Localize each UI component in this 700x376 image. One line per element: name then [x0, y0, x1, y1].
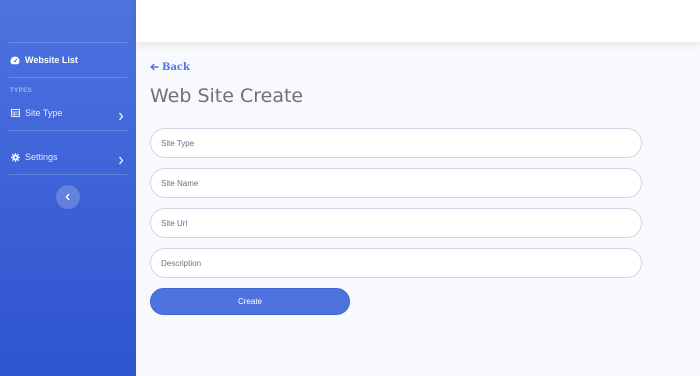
sidebar-heading: TYPES [10, 88, 33, 94]
chevron-right-icon [118, 152, 124, 170]
site-name-field[interactable] [150, 168, 642, 198]
table-icon [10, 108, 20, 118]
sidebar-item-label: Website List [25, 55, 78, 65]
sidebar-toggle-button[interactable] [56, 185, 80, 209]
tachometer-icon [10, 55, 20, 65]
sidebar-item-website-list[interactable]: Website List [10, 52, 126, 68]
back-link[interactable]: Back [150, 58, 190, 76]
description-field[interactable] [150, 248, 642, 278]
sidebar-divider [9, 77, 127, 78]
cog-icon [10, 152, 20, 162]
sidebar-divider [9, 174, 127, 175]
topbar [136, 0, 700, 42]
sidebar-item-label: Site Type [25, 108, 63, 118]
arrow-left-icon [150, 58, 159, 76]
sidebar-item-site-type[interactable]: Site Type [10, 105, 126, 121]
sidebar: Website List TYPES Site Type Settings [0, 0, 136, 376]
sidebar-divider [9, 130, 127, 131]
chevron-left-icon [65, 188, 71, 206]
sidebar-item-settings[interactable]: Settings [10, 149, 126, 165]
create-button[interactable]: Create [150, 288, 350, 315]
chevron-right-icon [118, 108, 124, 126]
sidebar-item-label: Settings [25, 152, 58, 162]
site-type-field[interactable] [150, 128, 642, 158]
sidebar-divider [9, 42, 127, 43]
page-title: Web Site Create [150, 85, 304, 107]
back-label: Back [162, 61, 190, 73]
site-url-field[interactable] [150, 208, 642, 238]
